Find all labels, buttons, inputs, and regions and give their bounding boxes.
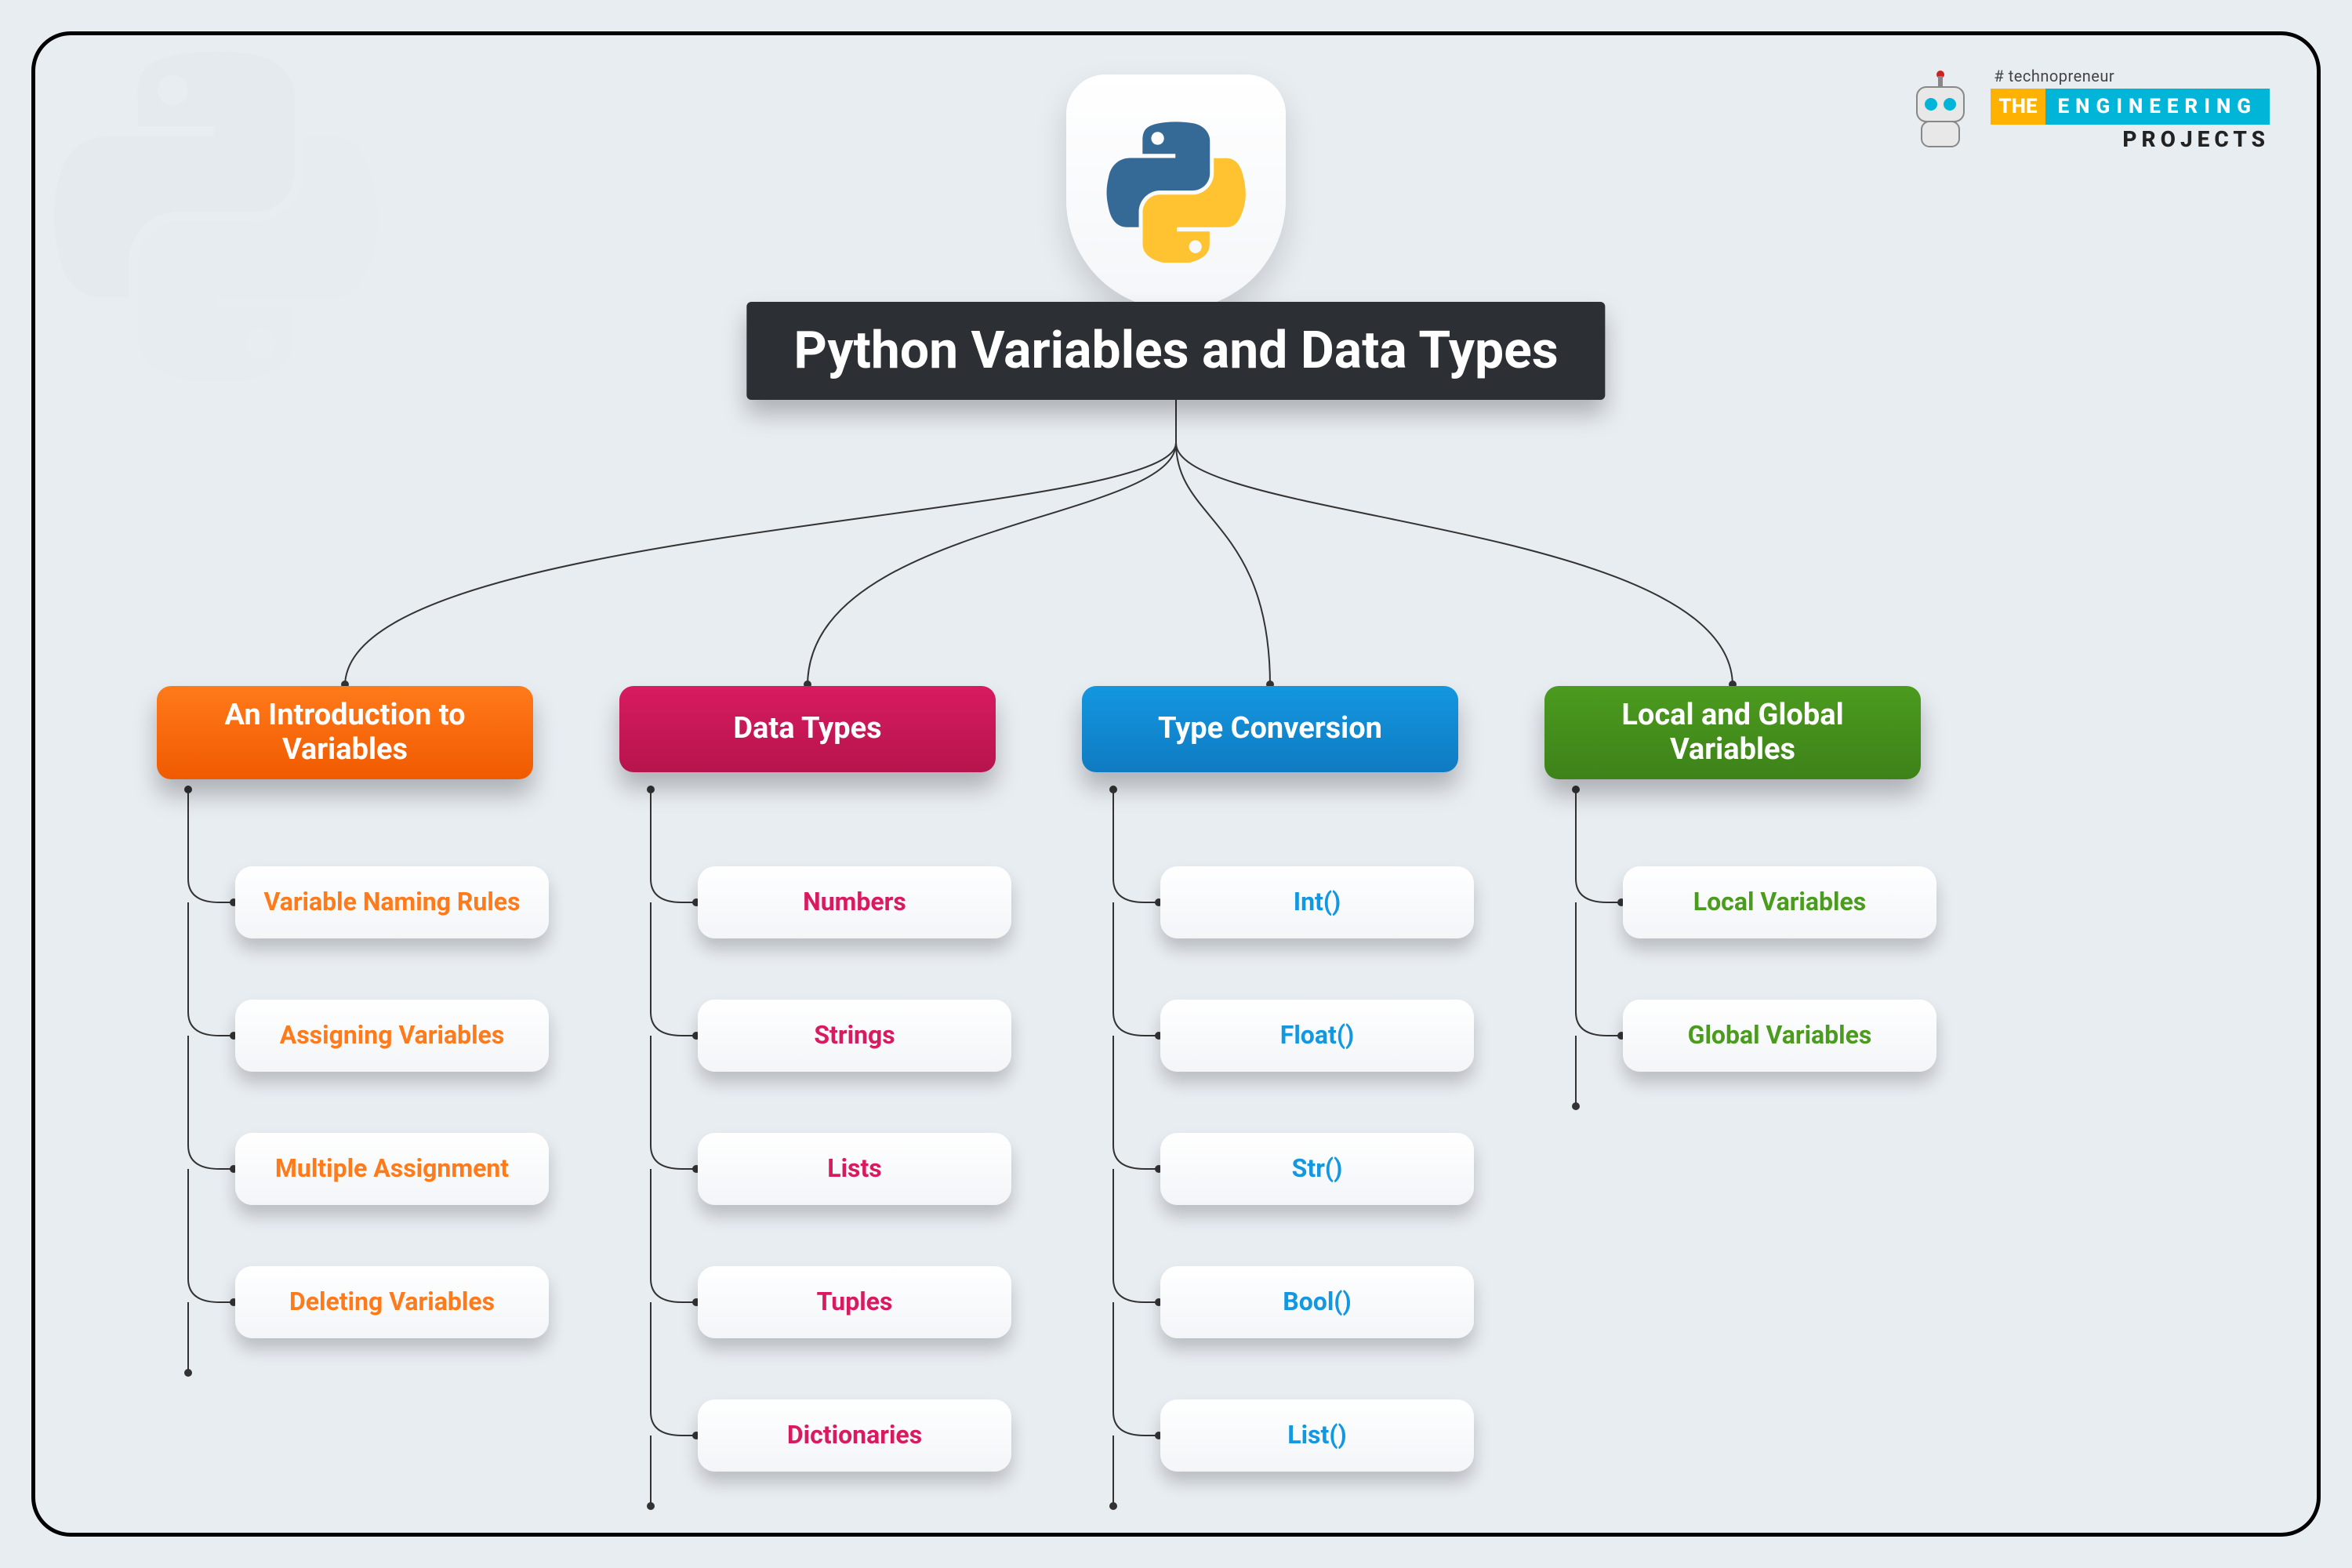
diagram-title: Python Variables and Data Types	[746, 302, 1605, 400]
child-pill: Lists	[698, 1133, 1011, 1205]
child-pill: Numbers	[698, 866, 1011, 938]
child-pill: Float()	[1160, 1000, 1474, 1072]
child-pill: Dictionaries	[698, 1399, 1011, 1472]
child-pill: Tuples	[698, 1266, 1011, 1338]
branch-box: Type Conversion	[1082, 686, 1458, 772]
child-pill: Multiple Assignment	[235, 1133, 549, 1205]
brand-projects: PROJECTS	[2122, 126, 2270, 152]
brand-engineering: ENGINEERING	[2045, 89, 2270, 125]
branch-box: Data Types	[619, 686, 996, 772]
child-pill: Deleting Variables	[235, 1266, 549, 1338]
child-pill: Bool()	[1160, 1266, 1474, 1338]
brand-the: THE	[1991, 89, 2045, 125]
child-pill: Str()	[1160, 1133, 1474, 1205]
robot-mascot-icon	[1901, 67, 1980, 153]
child-pill: List()	[1160, 1399, 1474, 1472]
python-watermark-icon	[51, 51, 380, 380]
diagram-frame: # technopreneur THE ENGINEERING PROJECTS…	[31, 31, 2321, 1537]
branch-box: Local and Global Variables	[1544, 686, 1921, 779]
child-pill: Strings	[698, 1000, 1011, 1072]
child-pill: Int()	[1160, 866, 1474, 938]
child-pill: Local Variables	[1623, 866, 1936, 938]
python-logo-tab	[1066, 74, 1286, 310]
brand-tagline: # technopreneur	[1994, 67, 2114, 85]
branch-box: An Introduction to Variables	[157, 686, 533, 779]
child-pill: Variable Naming Rules	[235, 866, 549, 938]
brand-block: # technopreneur THE ENGINEERING PROJECTS	[1901, 67, 2270, 153]
child-pill: Global Variables	[1623, 1000, 1936, 1072]
child-pill: Assigning Variables	[235, 1000, 549, 1072]
python-logo-icon	[1105, 122, 1247, 263]
